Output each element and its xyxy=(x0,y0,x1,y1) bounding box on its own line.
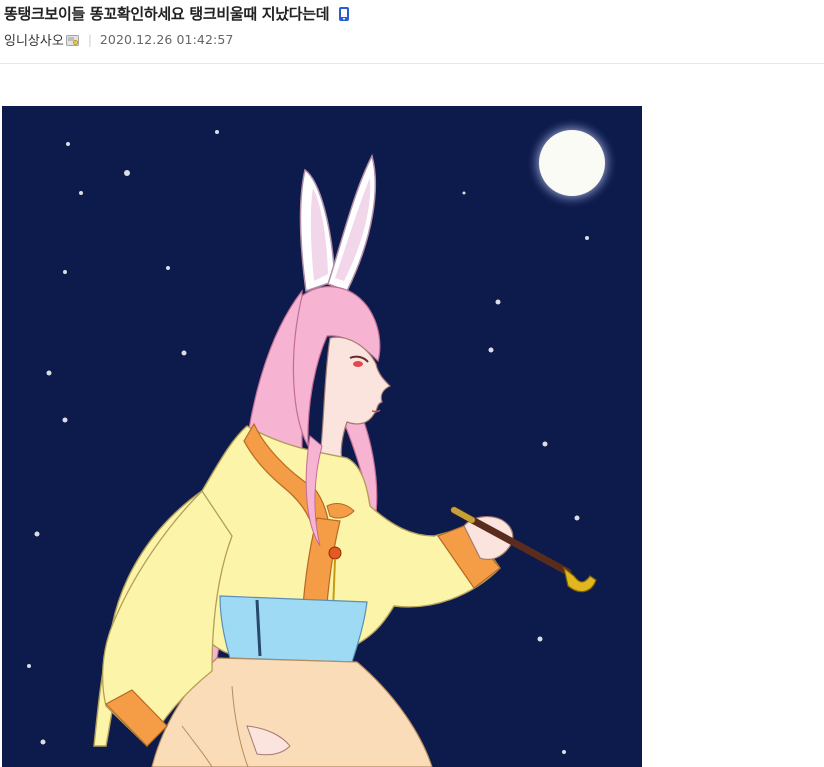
post-meta: 잉니상사오 | 2020.12.26 01:42:57 xyxy=(4,30,233,49)
moon xyxy=(539,130,605,196)
meta-separator: | xyxy=(87,32,92,47)
post-title: 똥탱크보이들 똥꼬확인하세요 탱크비울때 지났다는데 xyxy=(4,5,330,23)
waist-band xyxy=(219,595,368,663)
gallog-icon[interactable] xyxy=(65,35,79,46)
title-row: 똥탱크보이들 똥꼬확인하세요 탱크비울때 지났다는데 xyxy=(4,3,351,24)
author-nickname[interactable]: 잉니상사오 xyxy=(4,30,64,49)
post-image xyxy=(2,106,642,767)
norigae xyxy=(328,546,342,560)
mobile-phone-icon xyxy=(337,6,351,22)
post-datetime: 2020.12.26 01:42:57 xyxy=(99,32,234,47)
post-header: 똥탱크보이들 똥꼬확인하세요 탱크비울때 지났다는데 잉니상사오 | 2020.… xyxy=(0,0,824,64)
header-divider xyxy=(0,63,824,64)
